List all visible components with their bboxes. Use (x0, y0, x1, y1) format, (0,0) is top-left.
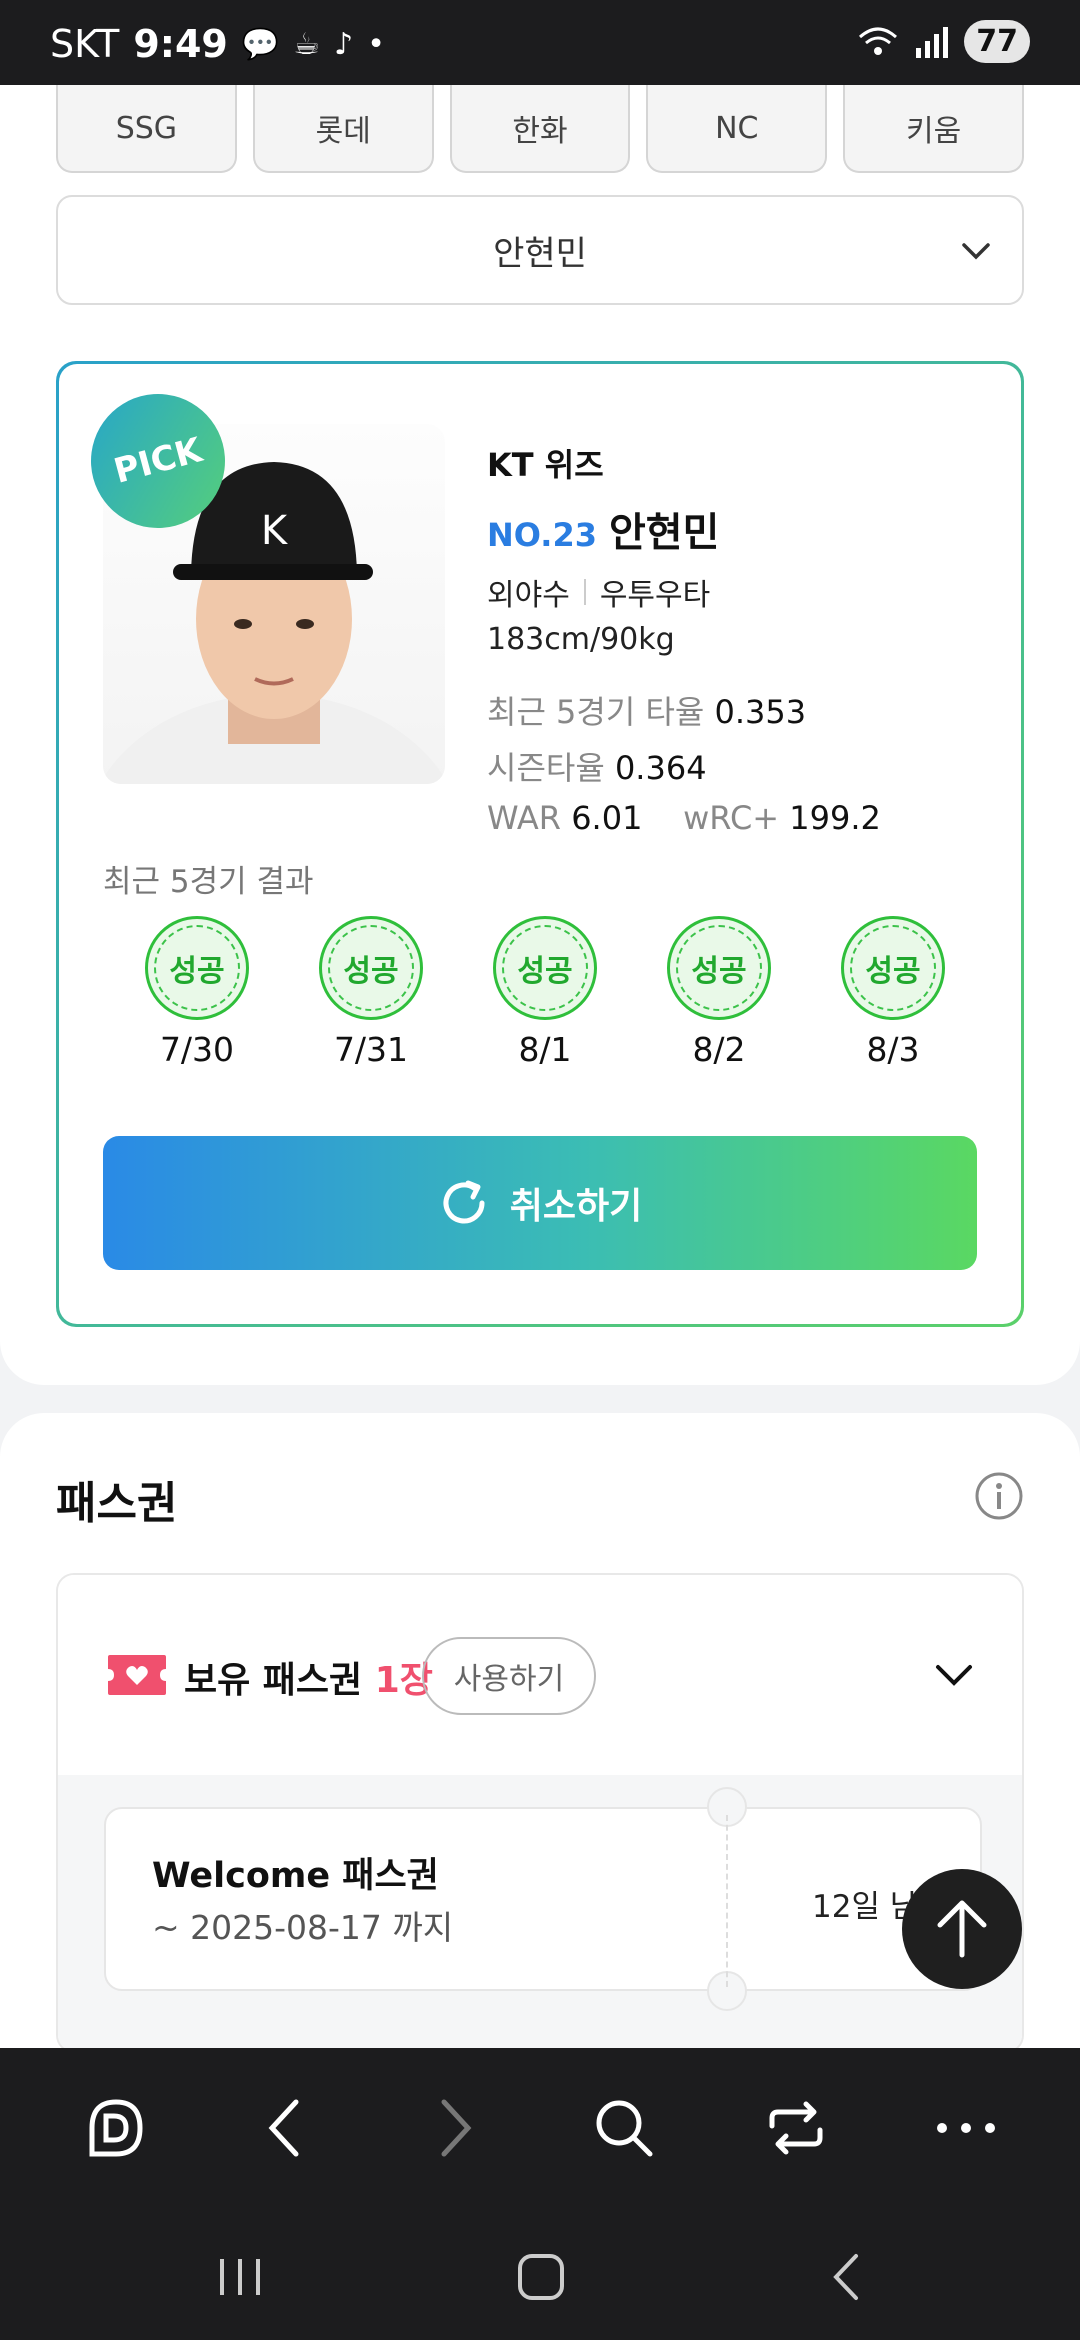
team-tabs: SSG 롯데 한화 NC 키움 (56, 85, 1024, 173)
more-button[interactable] (930, 2092, 1002, 2164)
player-select-value: 안현민 (493, 233, 587, 274)
pass-header[interactable]: 보유 패스권 1장 사용하기 (58, 1575, 1022, 1775)
pass-box: 보유 패스권 1장 사용하기 Welcome 패스권 ~ 2025-08-17 … (56, 1573, 1024, 2053)
more-notifications-icon: • (367, 26, 385, 62)
pass-list: Welcome 패스권 ~ 2025-08-17 까지 12일 남음 (58, 1775, 1022, 2051)
signal-icon (916, 26, 949, 58)
team-tab-nc[interactable]: NC (646, 85, 828, 173)
more-dots-icon (937, 2123, 995, 2133)
back-icon (833, 2254, 858, 2300)
player-bats-throws: 우투우타 (599, 578, 711, 613)
recent-results-label: 최근 5경기 결과 (103, 864, 314, 900)
player-number: NO.23 (487, 516, 597, 554)
player-pick-section: SSG 롯데 한화 NC 키움 안현민 K PICK KT 위즈 NO.23 안… (0, 85, 1080, 1385)
season-avg: 시즌타율 0.364 (487, 749, 707, 787)
status-bar: SKT 9:49 💬 ☕ ♪ • 77 (0, 0, 1080, 85)
pass-section-title: 패스권 (56, 1478, 178, 1529)
app-notification-icon: ♪ (334, 26, 354, 62)
team-tab-ssg[interactable]: SSG (56, 85, 237, 173)
player-body: 183cm/90kg (487, 622, 675, 657)
player-name: 안현민 (608, 510, 720, 556)
carrier-label: SKT (50, 22, 120, 66)
arrow-up-icon (937, 1900, 987, 1958)
team-tab-lotte[interactable]: 롯데 (252, 85, 434, 173)
result-item: 성공 8/2 (667, 916, 771, 1069)
system-back-button[interactable] (810, 2242, 880, 2312)
ticket-icon (108, 1655, 166, 1695)
pass-ticket-title: Welcome 패스권 (152, 1856, 439, 1896)
back-button[interactable] (248, 2092, 320, 2164)
result-date: 8/3 (866, 1030, 920, 1069)
chevron-left-icon (268, 2099, 299, 2157)
result-item: 성공 7/30 (145, 916, 249, 1069)
forward-button[interactable] (420, 2092, 492, 2164)
battery-indicator: 77 (964, 20, 1030, 63)
coffee-notification-icon: ☕ (293, 26, 321, 62)
recent-apps-button[interactable] (205, 2242, 275, 2312)
divider (583, 579, 586, 605)
result-date: 8/1 (518, 1030, 572, 1069)
pass-ticket-expiry: ~ 2025-08-17 까지 (152, 1908, 454, 1947)
home-d-button[interactable] (80, 2092, 152, 2164)
talk-notification-icon: 💬 (241, 26, 280, 62)
player-position: 외야수 (487, 578, 570, 613)
cancel-pick-button[interactable]: 취소하기 (103, 1136, 977, 1270)
result-date: 7/30 (159, 1030, 235, 1069)
info-icon[interactable] (974, 1471, 1024, 1521)
team-tab-kiwoom[interactable]: 키움 (843, 85, 1024, 173)
system-navigation-bar (0, 2208, 1080, 2340)
war-wrc: WAR 6.01 wRC+ 199.2 (487, 799, 881, 837)
search-icon (596, 2100, 653, 2157)
switch-arrows-icon (769, 2101, 823, 2155)
scroll-to-top-button[interactable] (902, 1869, 1022, 1989)
recent-results: 성공 7/30 성공 7/31 성공 8/1 성공 8/2 성공 8/3 (145, 916, 945, 1069)
home-icon (518, 2254, 564, 2300)
team-tab-hanwha[interactable]: 한화 (449, 85, 631, 173)
cancel-pick-label: 취소하기 (509, 1186, 643, 1227)
chevron-down-icon[interactable] (934, 1659, 974, 1693)
svg-text:K: K (261, 508, 289, 554)
success-stamp: 성공 (145, 916, 249, 1020)
success-stamp: 성공 (493, 916, 597, 1020)
player-card: K PICK KT 위즈 NO.23 안현민 외야수 우투우타 183cm/90… (56, 361, 1024, 1327)
result-item: 성공 7/31 (319, 916, 423, 1069)
browser-toolbar (0, 2048, 1080, 2208)
recent-apps-icon (220, 2259, 260, 2295)
wifi-icon (859, 27, 898, 55)
ticket-divider (726, 1815, 728, 1987)
success-stamp: 성공 (841, 916, 945, 1020)
success-stamp: 성공 (319, 916, 423, 1020)
result-item: 성공 8/1 (493, 916, 597, 1069)
player-info: KT 위즈 NO.23 안현민 외야수 우투우타 183cm/90kg 최근 5… (487, 440, 881, 837)
use-pass-button[interactable]: 사용하기 (422, 1637, 596, 1715)
chevron-right-icon (441, 2099, 472, 2157)
owned-pass-label: 보유 패스권 1장 (184, 1660, 433, 1701)
result-date: 8/2 (692, 1030, 746, 1069)
pass-ticket[interactable]: Welcome 패스권 ~ 2025-08-17 까지 12일 남음 (104, 1787, 982, 2011)
home-button[interactable] (506, 2242, 576, 2312)
d-logo-icon (89, 2099, 143, 2157)
chevron-down-icon (962, 243, 990, 260)
refresh-icon (443, 1180, 485, 1224)
clock: 9:49 (133, 22, 228, 66)
tabs-switch-button[interactable] (760, 2092, 832, 2164)
result-item: 성공 8/3 (841, 916, 945, 1069)
player-select-dropdown[interactable]: 안현민 (56, 195, 1024, 305)
player-team: KT 위즈 (487, 446, 604, 484)
recent5-avg: 최근 5경기 타율 0.353 (487, 693, 807, 731)
result-date: 7/31 (333, 1030, 409, 1069)
search-button[interactable] (588, 2092, 660, 2164)
success-stamp: 성공 (667, 916, 771, 1020)
